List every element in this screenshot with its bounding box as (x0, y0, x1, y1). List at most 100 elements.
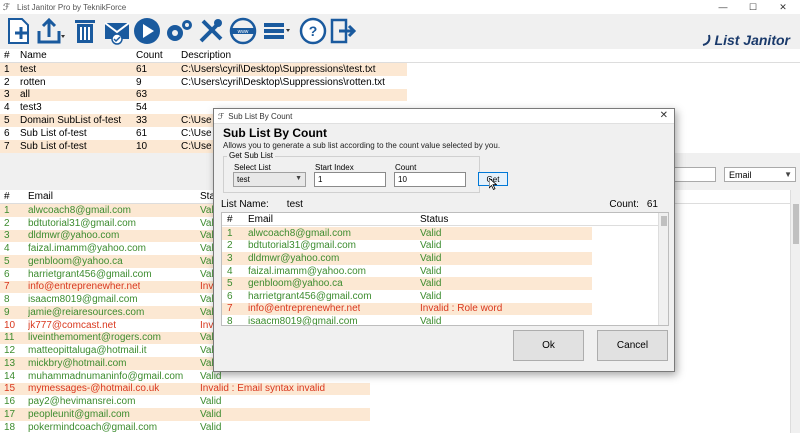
run-icon[interactable] (132, 16, 162, 46)
table-row[interactable]: 15 mymessages-@hotmail.co.uk Invalid : Ema… (0, 382, 800, 396)
close-button[interactable]: ✕ (768, 0, 798, 14)
table-row[interactable]: 5 genbloom@yahoo.ca Valid (222, 277, 668, 290)
dialog-app-icon: ℱ (218, 111, 225, 121)
sub-grid-scrollbar[interactable] (658, 213, 668, 325)
table-row[interactable]: 17 peopleunit@gmail.com Valid (0, 408, 800, 421)
col-num[interactable]: # (227, 213, 233, 225)
row-num: 3 (227, 252, 233, 264)
email-status: Valid (200, 408, 222, 420)
row-num: 8 (4, 294, 10, 306)
row-num: 5 (4, 255, 10, 267)
group-label: Get Sub List (227, 151, 276, 160)
dialog-close-icon[interactable]: ✕ (660, 110, 668, 121)
list-count: 63 (136, 89, 148, 101)
delete-icon[interactable] (70, 16, 100, 46)
list-name: rotten (20, 76, 46, 88)
table-row[interactable]: 7 info@entreprenewher.net Invalid : Role w… (222, 302, 668, 316)
table-row[interactable]: 6 harrietgrant456@gmail.com Valid (222, 290, 668, 303)
web-icon[interactable]: www (228, 16, 258, 46)
email-verify-icon[interactable] (102, 16, 132, 46)
col-email[interactable]: Email (28, 190, 53, 203)
row-num: 18 (4, 421, 16, 433)
table-row[interactable]: 16 pay2@hevimansrei.com Valid (0, 395, 800, 408)
email-status: Invalid : Email syntax invalid (200, 383, 326, 395)
select-list-dropdown[interactable]: test ▼ (233, 172, 306, 187)
brand-logo: List Janitor (701, 32, 790, 48)
select-list-value: test (237, 175, 250, 184)
start-index-label: Start Index (315, 163, 354, 172)
settings-icon[interactable] (164, 16, 194, 46)
ok-button[interactable]: Ok (513, 330, 584, 361)
table-row[interactable]: 8 isaacm8019@gmail.com Valid (222, 315, 668, 326)
field-select[interactable]: Email ▼ (724, 167, 796, 182)
emails-scrollbar[interactable] (790, 190, 800, 433)
exit-icon[interactable] (328, 16, 358, 46)
col-description[interactable]: Description (181, 49, 231, 62)
col-email[interactable]: Email (248, 213, 273, 225)
svg-text:?: ? (309, 23, 318, 39)
table-row[interactable]: 3 dldmwr@yahoo.com Valid (222, 252, 668, 265)
row-num: 2 (4, 217, 10, 229)
search-input[interactable] (670, 167, 716, 182)
row-num: 7 (4, 281, 10, 293)
list-name: Sub List of-test (20, 140, 87, 152)
table-row[interactable]: 1 test 61 C:\Users\cyril\Desktop\Suppressio… (0, 63, 800, 76)
email-address: dldmwr@yahoo.com (28, 230, 120, 242)
email-address: peopleunit@gmail.com (28, 408, 130, 420)
table-row[interactable]: 2 bdtutorial31@gmail.com Valid (222, 240, 668, 253)
table-row[interactable]: 18 pokermindcoach@gmail.com Valid (0, 421, 800, 433)
dialog-title: Sub List By Count (228, 111, 293, 121)
list-menu-icon[interactable] (262, 16, 292, 46)
email-address: genbloom@yahoo.ca (28, 255, 123, 267)
email-address: isaacm8019@gmail.com (28, 294, 138, 306)
row-num: 1 (4, 63, 10, 75)
scroll-thumb[interactable] (661, 216, 667, 226)
list-count: 33 (136, 115, 148, 127)
email-address: jk777@comcast.net (28, 319, 116, 331)
scroll-thumb[interactable] (793, 204, 799, 244)
list-description: C:\Use (181, 140, 212, 152)
email-address: bdtutorial31@gmail.com (28, 217, 136, 229)
table-row[interactable]: 4 faizal.imamm@yahoo.com Valid (222, 265, 668, 278)
col-count[interactable]: Count (136, 49, 163, 62)
email-status: Valid (420, 290, 442, 302)
row-num: 1 (227, 227, 233, 239)
count-input[interactable]: 10 (394, 172, 466, 187)
row-num: 3 (4, 89, 10, 101)
table-row[interactable]: 3 all 63 (0, 88, 800, 102)
dialog-heading: Sub List By Count (223, 126, 327, 140)
table-row[interactable]: 1 alwcoach8@gmail.com Valid (222, 227, 668, 240)
col-num[interactable]: # (4, 190, 10, 203)
tools-icon[interactable] (196, 16, 226, 46)
row-num: 2 (227, 240, 233, 252)
email-status: Valid (420, 265, 442, 277)
cancel-button[interactable]: Cancel (597, 330, 668, 361)
row-num: 2 (4, 76, 10, 88)
count-display: Count: 61 (609, 199, 658, 210)
export-icon[interactable] (36, 16, 66, 46)
email-status: Valid (420, 315, 442, 326)
email-address: faizal.imamm@yahoo.com (28, 243, 146, 255)
email-address: matteopittaluga@hotmail.it (28, 345, 147, 357)
new-list-icon[interactable] (4, 16, 34, 46)
minimize-button[interactable]: — (708, 0, 738, 14)
row-num: 8 (227, 315, 233, 326)
email-status: Valid (200, 421, 222, 433)
start-index-input[interactable]: 1 (314, 172, 386, 187)
title-bar: ℱ List Janitor Pro by TeknikForce — ☐ ✕ (0, 0, 800, 14)
list-name-display: List Name: test (221, 199, 303, 210)
table-row[interactable]: 2 rotten 9 C:\Users\cyril\Desktop\Suppressi… (0, 76, 800, 89)
col-num[interactable]: # (4, 49, 10, 62)
col-status[interactable]: Status (420, 213, 448, 225)
help-icon[interactable]: ? (298, 16, 328, 46)
sub-grid-header: # Email Status (222, 213, 668, 226)
row-num: 7 (227, 303, 233, 315)
col-name[interactable]: Name (20, 49, 47, 62)
maximize-button[interactable]: ☐ (738, 0, 768, 14)
list-name: test3 (20, 102, 42, 114)
count-display-value: 61 (646, 199, 658, 210)
row-num: 6 (4, 127, 10, 139)
mouse-pointer-icon (489, 178, 497, 190)
email-address: dldmwr@yahoo.com (248, 252, 340, 264)
svg-text:www: www (238, 29, 249, 35)
